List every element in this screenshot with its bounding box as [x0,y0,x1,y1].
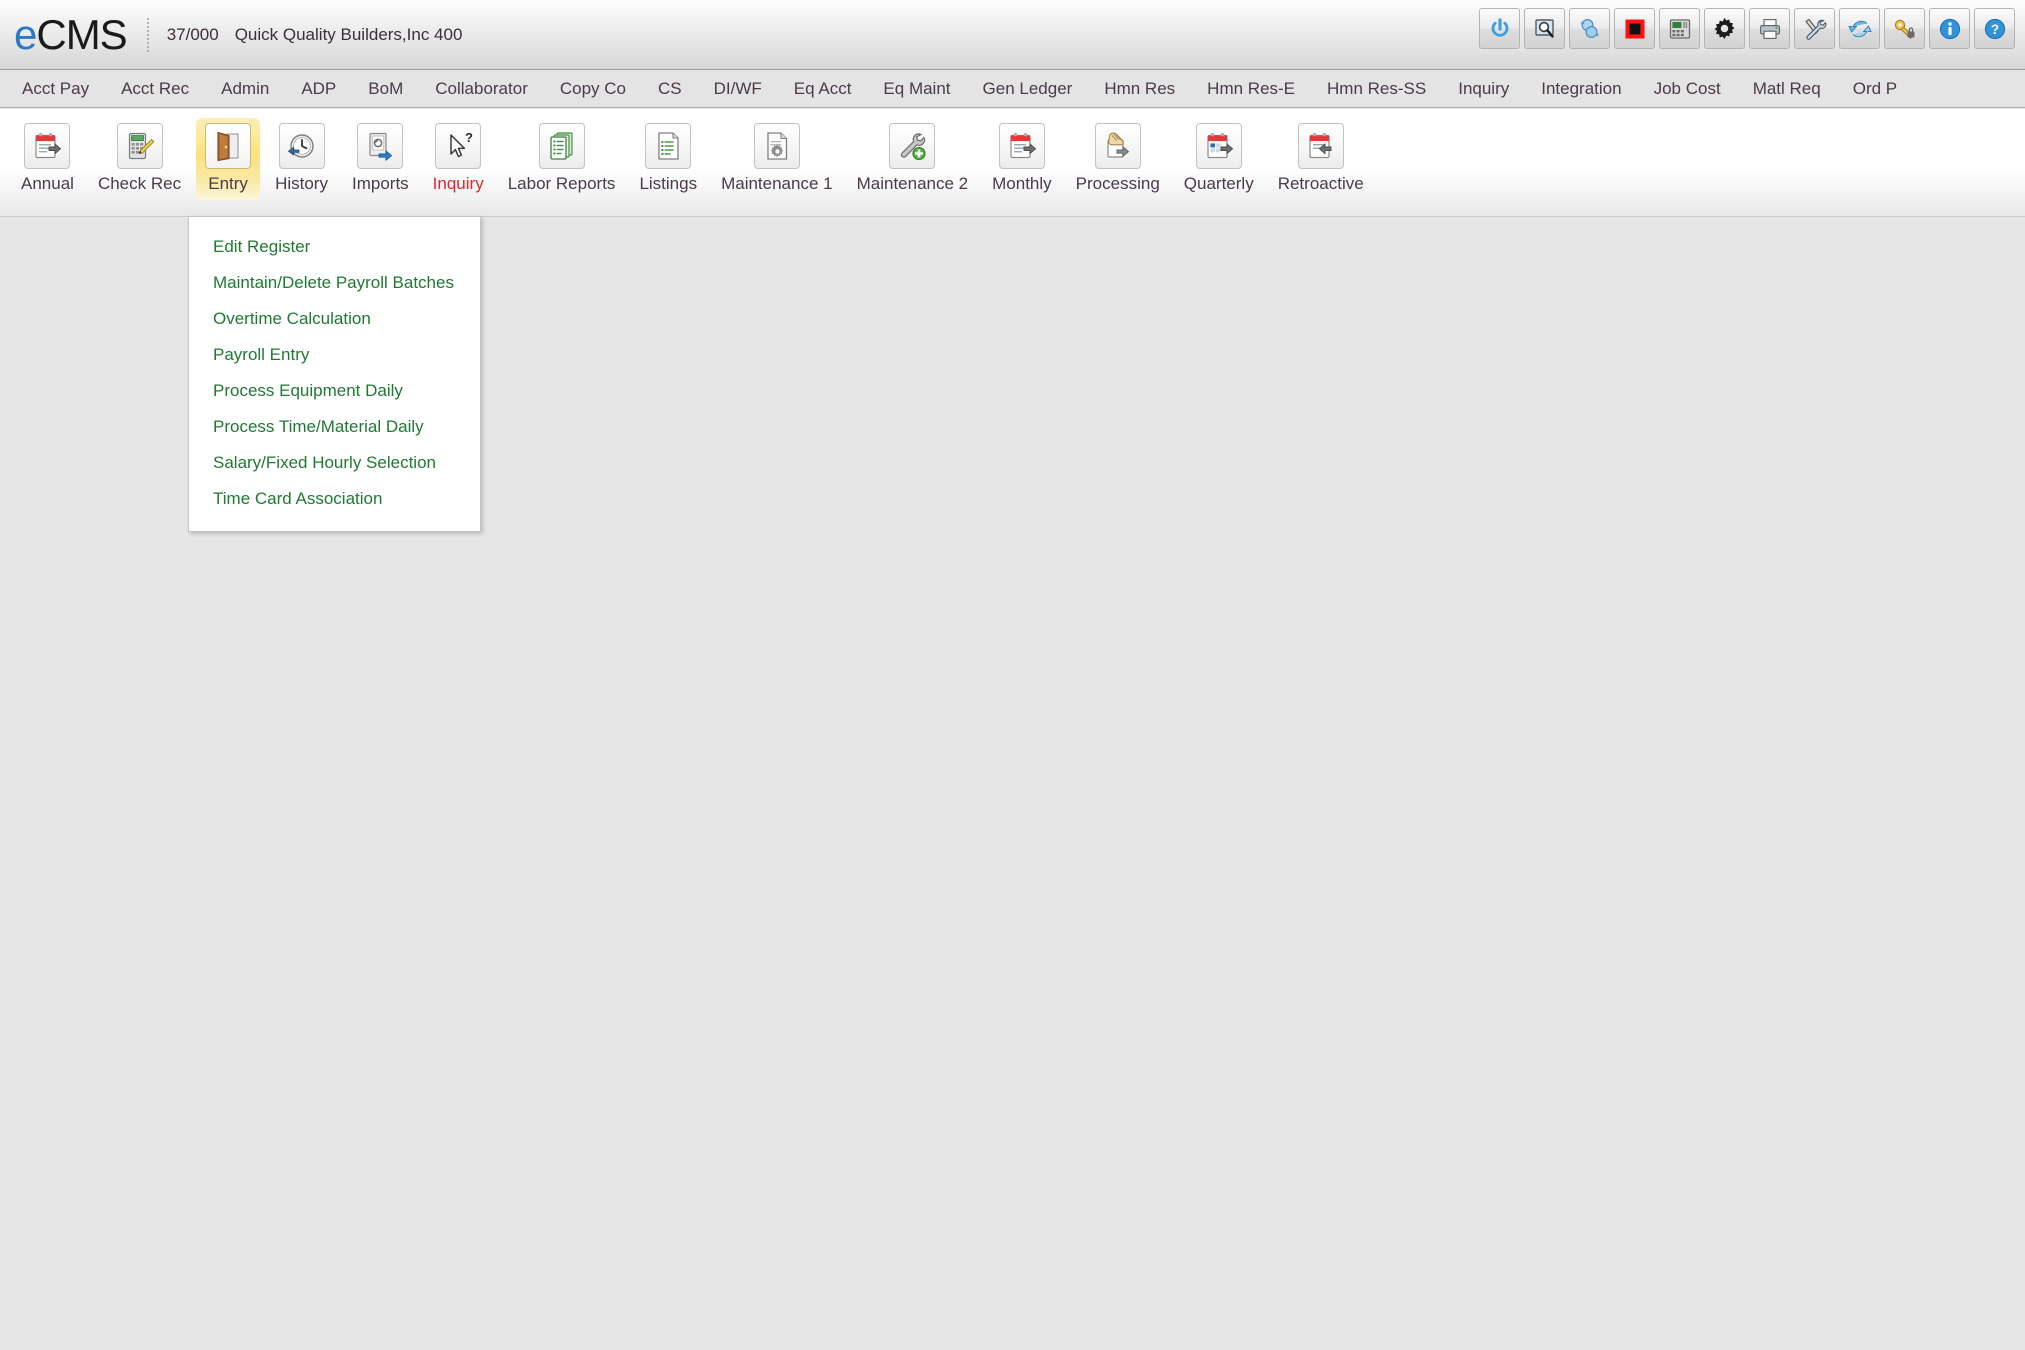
info-icon[interactable] [1929,8,1970,49]
module-tab-di-wf[interactable]: DI/WF [698,73,778,105]
calendar-arrow-icon [24,123,71,169]
module-tab-collaborator[interactable]: Collaborator [419,73,544,105]
module-tab-integration[interactable]: Integration [1525,73,1637,105]
ribbon-button-annual[interactable]: Annual [12,118,83,200]
ribbon-label-maintenance-1: Maintenance 1 [721,174,833,193]
ribbon-label-inquiry: Inquiry [432,174,484,193]
svg-text:?: ? [1990,22,1998,37]
help-icon[interactable]: ? [1974,8,2015,49]
printer-icon[interactable] [1749,8,1790,49]
ribbon-label-retroactive: Retroactive [1277,174,1364,193]
ribbon-label-listings: Listings [639,174,698,193]
ribbon-label-entry: Entry [208,174,248,193]
menu-item-overtime-calculation[interactable]: Overtime Calculation [189,301,480,337]
company-code: 37/000 [166,24,219,44]
page-gear-icon [753,123,800,169]
ribbon-button-listings[interactable]: Listings [630,118,706,200]
module-tab-hmn-res[interactable]: Hmn Res [1088,73,1191,105]
ribbon-button-entry[interactable]: Entry [196,118,261,200]
list-page-icon [645,123,692,169]
ribbon-button-monthly[interactable]: Monthly [983,118,1061,200]
header-divider [146,17,149,52]
module-tab-acct-pay[interactable]: Acct Pay [6,73,105,105]
ribbon-button-retroactive[interactable]: Retroactive [1269,118,1373,200]
module-tab-hmn-res-ss[interactable]: Hmn Res-SS [1311,73,1442,105]
module-tab-job-cost[interactable]: Job Cost [1638,73,1737,105]
module-tab-eq-maint[interactable]: Eq Maint [867,73,966,105]
menu-item-edit-register[interactable]: Edit Register [189,229,480,265]
ribbon-button-history[interactable]: History [266,118,337,200]
ribbon-button-inquiry[interactable]: ? Inquiry [424,118,493,200]
ribbon-button-check-rec[interactable]: Check Rec [89,118,190,200]
ribbon-label-monthly: Monthly [992,174,1052,193]
import-page-icon [357,123,404,169]
cursor-question-icon: ? [435,123,482,169]
key-lock-icon[interactable] [1884,8,1925,49]
ecms-logo: eCMS [14,10,128,59]
header-action-toolbar: ? [1479,8,2015,49]
link-objects-icon[interactable] [1569,8,1610,49]
calendar-arrow-icon [998,123,1045,169]
ribbon-button-quarterly[interactable]: Quarterly [1175,118,1263,200]
stop-record-icon[interactable] [1614,8,1655,49]
ribbon-label-processing: Processing [1075,174,1160,193]
ribbon-button-imports[interactable]: Imports [343,118,418,200]
ribbon-button-labor-reports[interactable]: Labor Reports [499,118,625,200]
module-tab-admin[interactable]: Admin [205,73,285,105]
logo-e-letter: e [14,10,37,58]
clock-arrow-icon [278,123,325,169]
logo-cms-letters: CMS [36,10,127,58]
menu-item-process-time-material-daily[interactable]: Process Time/Material Daily [189,409,480,445]
menu-item-time-card-association[interactable]: Time Card Association [189,481,480,517]
module-tab-copy-co[interactable]: Copy Co [544,73,642,105]
module-tab-matl-req[interactable]: Matl Req [1737,73,1837,105]
ribbon-label-quarterly: Quarterly [1183,174,1254,193]
menu-item-payroll-entry[interactable]: Payroll Entry [189,337,480,373]
ribbon-toolbar: Annual Check Rec Entry History Imports ?… [0,109,2025,217]
menu-item-salary-fixed-hourly-selection[interactable]: Salary/Fixed Hourly Selection [189,445,480,481]
ribbon-label-check-rec: Check Rec [97,174,182,193]
module-tab-hmn-res-e[interactable]: Hmn Res-E [1191,73,1311,105]
ribbon-label-imports: Imports [351,174,409,193]
ribbon-button-processing[interactable]: Processing [1067,118,1169,200]
company-name: Quick Quality Builders,Inc 400 [234,24,463,44]
hand-page-icon [1094,123,1141,169]
menu-item-process-equipment-daily[interactable]: Process Equipment Daily [189,373,480,409]
tools-icon[interactable] [1794,8,1835,49]
module-tab-inquiry[interactable]: Inquiry [1442,73,1525,105]
menu-item-maintain-delete-payroll-batches[interactable]: Maintain/Delete Payroll Batches [189,265,480,301]
module-tab-ord-p[interactable]: Ord P [1837,73,1913,105]
calculator-icon[interactable] [1659,8,1700,49]
ribbon-label-history: History [275,174,328,193]
open-door-icon [205,123,252,169]
module-menu-bar: Acct Pay Acct Rec Admin ADP BoM Collaborator C… [0,71,2025,108]
report-stack-icon [538,123,585,169]
gear-icon[interactable] [1704,8,1745,49]
ribbon-button-maintenance-2[interactable]: Maintenance 2 [848,118,978,200]
module-tab-gen-ledger[interactable]: Gen Ledger [967,73,1089,105]
search-screen-icon[interactable] [1524,8,1565,49]
power-icon[interactable] [1479,8,1520,49]
module-tab-acct-rec[interactable]: Acct Rec [105,73,205,105]
module-tab-adp[interactable]: ADP [285,73,352,105]
svg-text:?: ? [465,130,473,145]
module-tab-cs[interactable]: CS [642,73,698,105]
ribbon-button-maintenance-1[interactable]: Maintenance 1 [712,118,842,200]
calculator-pencil-icon [116,123,163,169]
ribbon-label-labor-reports: Labor Reports [507,174,616,193]
module-tab-bom[interactable]: BoM [352,73,419,105]
refresh-icon[interactable] [1839,8,1880,49]
module-tab-eq-acct[interactable]: Eq Acct [778,73,868,105]
calendar-grid-icon [1195,123,1242,169]
ribbon-label-annual: Annual [21,174,74,193]
calendar-back-icon [1297,123,1344,169]
wrench-plus-icon [889,123,936,169]
ribbon-label-maintenance-2: Maintenance 2 [856,174,969,193]
entry-dropdown-menu: Edit Register Maintain/Delete Payroll Bat… [188,216,481,533]
application-header: eCMS 37/000 Quick Quality Builders,Inc 4… [0,0,2025,70]
